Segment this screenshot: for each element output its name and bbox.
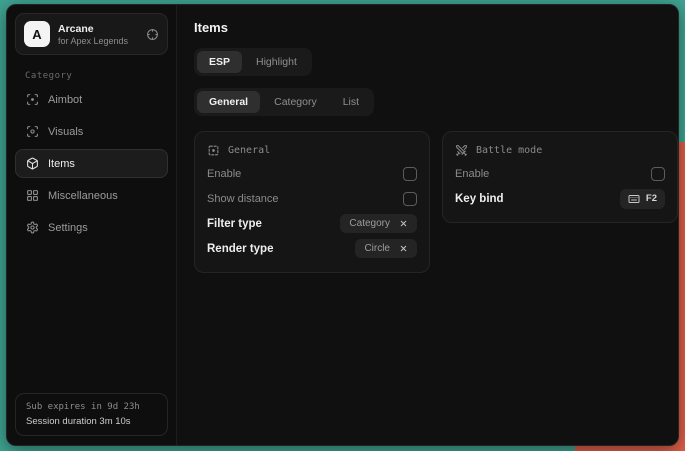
panels-container: General Enable Show distance Filter type…: [194, 131, 678, 273]
setting-row-show-distance: Show distance: [207, 186, 417, 211]
tab-general[interactable]: General: [197, 91, 260, 113]
tab-list[interactable]: List: [331, 91, 371, 113]
setting-row-key-bind: Key bind F2: [455, 186, 665, 211]
main-content: Items ESP Highlight General Category Lis…: [177, 5, 679, 445]
setting-row-enable: Enable: [455, 161, 665, 186]
tab-category[interactable]: Category: [262, 91, 329, 113]
setting-label: Key bind: [455, 193, 504, 205]
setting-row-render-type: Render type Circle: [207, 236, 417, 261]
sidebar: A Arcane for Apex Legends Category: [7, 5, 177, 445]
battle-mode-panel: Battle mode Enable Key bind: [442, 131, 678, 223]
sidebar-item-label: Visuals: [48, 126, 83, 138]
sidebar-nav: Aimbot Visuals Items: [15, 85, 168, 242]
setting-row-filter-type: Filter type Category: [207, 211, 417, 236]
setting-row-enable: Enable: [207, 161, 417, 186]
setting-label: Show distance: [207, 193, 279, 205]
app-meta: Arcane for Apex Legends: [58, 23, 128, 46]
gear-icon: [26, 221, 39, 234]
view-tabs-row: General Category List: [194, 88, 678, 116]
setting-label: Render type: [207, 243, 273, 255]
package-icon: [26, 157, 39, 170]
filter-type-select[interactable]: Category: [340, 214, 417, 233]
mode-tab-group: ESP Highlight: [194, 48, 312, 76]
app-header-card: A Arcane for Apex Legends: [15, 13, 168, 55]
setting-label: Enable: [207, 168, 241, 180]
tab-highlight[interactable]: Highlight: [244, 51, 309, 73]
scan-eye-icon: [26, 125, 39, 138]
focus-frame-icon: [207, 144, 220, 157]
view-tab-group: General Category List: [194, 88, 374, 116]
panel-title: Battle mode: [476, 145, 542, 156]
arcane-app-window: A Arcane for Apex Legends Category: [6, 4, 679, 446]
battle-enable-checkbox[interactable]: [651, 167, 665, 181]
app-logo: A: [24, 21, 50, 47]
subscription-info-card: Sub expires in 9d 23h Session duration 3…: [15, 393, 168, 436]
keybind-value: F2: [646, 193, 657, 204]
crosshair-icon: [146, 28, 159, 41]
layout-grid-icon: [26, 189, 39, 202]
keybind-button[interactable]: F2: [620, 189, 665, 209]
app-name: Arcane: [58, 23, 128, 35]
sidebar-item-items[interactable]: Items: [15, 149, 168, 178]
select-value: Category: [349, 218, 390, 229]
category-section-label: Category: [25, 71, 168, 81]
sidebar-item-settings[interactable]: Settings: [15, 213, 168, 242]
keyboard-icon: [628, 193, 640, 205]
sidebar-item-miscellaneous[interactable]: Miscellaneous: [15, 181, 168, 210]
swords-icon: [455, 144, 468, 157]
tab-esp[interactable]: ESP: [197, 51, 242, 73]
app-subtitle: for Apex Legends: [58, 36, 128, 46]
page-title: Items: [194, 20, 678, 35]
sidebar-item-label: Aimbot: [48, 94, 82, 106]
general-panel-header: General: [207, 142, 417, 161]
crosshair-scan-icon: [26, 93, 39, 106]
general-panel: General Enable Show distance Filter type…: [194, 131, 430, 273]
sidebar-item-label: Items: [48, 158, 75, 170]
sidebar-item-visuals[interactable]: Visuals: [15, 117, 168, 146]
close-icon[interactable]: [399, 219, 408, 228]
show-distance-checkbox[interactable]: [403, 192, 417, 206]
sub-expires-text: Sub expires in 9d 23h: [26, 402, 157, 412]
close-icon[interactable]: [399, 244, 408, 253]
battle-mode-panel-header: Battle mode: [455, 142, 665, 161]
select-value: Circle: [364, 243, 390, 254]
session-duration-text: Session duration 3m 10s: [26, 416, 157, 427]
render-type-select[interactable]: Circle: [355, 239, 417, 258]
setting-label: Enable: [455, 168, 489, 180]
sidebar-item-label: Settings: [48, 222, 88, 234]
panel-title: General: [228, 145, 270, 156]
setting-label: Filter type: [207, 218, 262, 230]
sidebar-item-aimbot[interactable]: Aimbot: [15, 85, 168, 114]
enable-checkbox[interactable]: [403, 167, 417, 181]
mode-tabs-row: ESP Highlight: [194, 48, 678, 76]
sidebar-item-label: Miscellaneous: [48, 190, 118, 202]
